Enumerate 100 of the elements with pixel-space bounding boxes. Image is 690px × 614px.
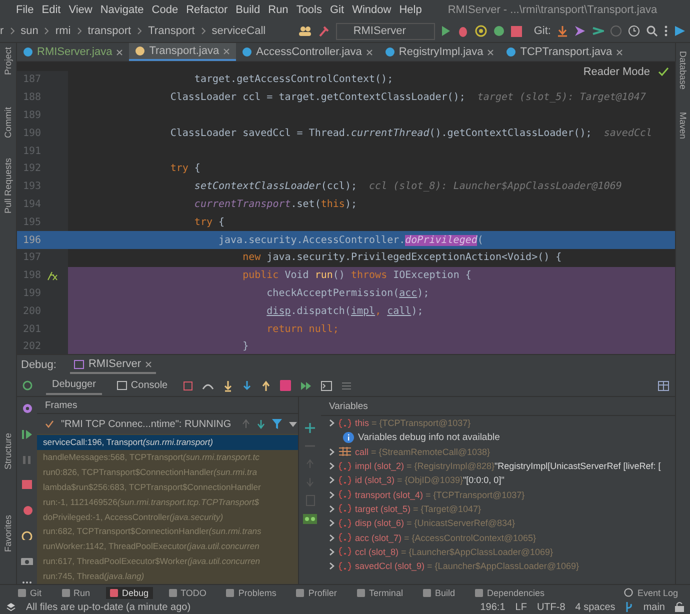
file-tab[interactable]: RegistryImpl.java <box>378 43 500 61</box>
arrow-down-icon[interactable] <box>557 25 568 37</box>
caret-icon[interactable] <box>289 422 298 427</box>
stop-icon[interactable] <box>22 480 32 489</box>
more-icon[interactable] <box>664 25 668 37</box>
variable-entry[interactable]: target (slot_5) = {Target@1047} <box>355 504 481 514</box>
file-tab[interactable]: TCPTransport.java <box>500 43 630 61</box>
event-log-button[interactable]: Event Log <box>620 586 682 598</box>
tab-label: Transport.java <box>149 45 220 57</box>
close-icon[interactable] <box>116 48 124 56</box>
tool-window-button[interactable]: Git <box>14 586 46 598</box>
more-icon[interactable] <box>22 581 32 584</box>
hammer-icon[interactable] <box>318 25 330 37</box>
tool-window-button[interactable]: Problems <box>222 586 280 598</box>
menu-item[interactable]: View <box>68 4 92 16</box>
breadcrumb-item[interactable]: transport <box>88 25 132 37</box>
menu-item[interactable]: Code <box>152 4 178 16</box>
line-separator[interactable]: LF <box>515 602 527 612</box>
menu-item[interactable]: Edit <box>42 4 61 16</box>
breadcrumb-item[interactable]: serviceCall <box>212 25 266 37</box>
users-icon[interactable] <box>298 25 312 37</box>
debugger-tab[interactable]: Debugger <box>46 376 102 395</box>
tool-window-icon <box>226 588 234 596</box>
plus-icon[interactable] <box>305 423 315 433</box>
variable-entry[interactable]: this = {TCPTransport@1037} <box>355 418 471 428</box>
run-configuration-dropdown[interactable]: RMIServer <box>336 22 435 40</box>
tool-window-tab[interactable]: Maven <box>678 110 688 141</box>
fast-forward-icon[interactable] <box>300 380 312 390</box>
stack-frame[interactable]: serviceCall:196, Transport(sun.rmi.transport) <box>37 435 298 450</box>
menu-item[interactable]: Help <box>399 4 422 16</box>
close-icon[interactable] <box>616 48 624 56</box>
console-icon[interactable] <box>320 380 332 390</box>
list-icon[interactable] <box>340 380 352 390</box>
variable-entry[interactable]: ccl (slot_8) = {Launcher$AppClassLoader@1069} <box>355 546 554 557</box>
indent-setting[interactable]: 4 spaces <box>575 602 616 612</box>
layers-icon <box>6 602 16 612</box>
session-tab[interactable]: RMIServer <box>70 356 156 374</box>
breadcrumb-item[interactable]: rmi <box>55 25 71 37</box>
close-icon[interactable] <box>223 48 230 54</box>
tool-window-button[interactable]: Run <box>58 586 94 598</box>
resume-icon[interactable] <box>22 428 32 439</box>
variable-entry[interactable]: savedCcl (slot_9) = {Launcher$AppClassLoader@1069} <box>355 561 580 572</box>
coverage-icon[interactable] <box>474 25 487 37</box>
caret-position[interactable]: 196:1 <box>480 602 506 612</box>
tool-window-button[interactable]: Build <box>418 586 459 598</box>
breadcrumb-item[interactable]: r <box>0 25 4 37</box>
tool-window-tab[interactable]: Pull Requests <box>3 156 13 216</box>
camera-icon[interactable] <box>21 556 33 566</box>
breadcrumb-item[interactable]: sun <box>20 25 38 37</box>
step-out-icon[interactable] <box>260 380 271 392</box>
run-icon[interactable] <box>440 25 451 37</box>
breadcrumb-item[interactable]: Transport <box>148 25 195 37</box>
tool-window-button[interactable]: Profiler <box>292 586 341 598</box>
menu-item[interactable]: Git <box>330 4 344 16</box>
menu-item[interactable]: Refactor <box>186 4 228 16</box>
menu-item[interactable]: Tools <box>296 4 322 16</box>
file-tab[interactable]: Transport.java <box>129 43 236 61</box>
tool-window-button[interactable]: Debug <box>106 586 153 598</box>
tool-window-button[interactable]: Dependencies <box>470 586 549 598</box>
close-icon[interactable] <box>145 360 152 368</box>
arrow-down-icon[interactable] <box>257 419 266 430</box>
tool-window-button[interactable]: TODO <box>164 586 210 598</box>
menu-item[interactable]: Run <box>268 4 288 16</box>
variable-entry[interactable]: transport (slot_4) = {TCPTransport@1037} <box>355 490 525 500</box>
grid-icon[interactable] <box>658 380 669 390</box>
stop-icon[interactable] <box>510 26 522 36</box>
debugger-tab[interactable]: Console <box>110 377 174 394</box>
search-icon[interactable] <box>646 25 658 37</box>
variable-entry[interactable]: impl (slot_2) = {RegistryImpl@828}"RegistryImpl[UnicastServerRef [liveRef: [ <box>355 461 661 472</box>
history-icon[interactable] <box>628 25 640 37</box>
thread-dropdown[interactable]: "RMI TCP Connec...ntime": RUNNING <box>61 418 232 430</box>
tool-window-tab[interactable]: Commit <box>3 105 13 140</box>
menu-item[interactable]: Window <box>352 4 392 16</box>
tool-window-tab[interactable]: Project <box>3 45 13 78</box>
variable-entry[interactable]: acc (slot_7) = {AccessControlContext@1065} <box>355 532 536 543</box>
lock-icon[interactable] <box>675 602 684 612</box>
force-step-icon[interactable] <box>242 380 252 392</box>
tool-window-tab[interactable]: Database <box>678 49 688 92</box>
tool-window-tab[interactable]: Favorites <box>3 513 13 554</box>
file-encoding[interactable]: UTF-8 <box>536 602 566 612</box>
restart-icon[interactable] <box>22 380 32 391</box>
close-icon[interactable] <box>487 48 494 56</box>
step-into-icon[interactable] <box>222 380 233 392</box>
variable-entry[interactable]: disp (slot_6) = {UnicastServerRef@834} <box>355 518 515 528</box>
variable-entry[interactable]: id (slot_3) = {ObjID@1039}"[0:0:0, 0]" <box>355 475 504 486</box>
file-tab[interactable]: AccessController.java <box>236 43 379 61</box>
filter-icon[interactable] <box>272 419 282 430</box>
menu-item[interactable]: Navigate <box>100 4 144 16</box>
close-icon[interactable] <box>366 48 373 56</box>
tool-window-button[interactable]: Terminal <box>352 586 407 598</box>
git-branch[interactable]: main <box>643 602 665 612</box>
file-tab[interactable]: RMIServer.java <box>17 43 130 61</box>
chevron-icon[interactable] <box>329 419 335 428</box>
variable-entry[interactable]: call = {StreamRemoteCall@1038} <box>355 446 490 457</box>
menu-item[interactable]: Build <box>236 4 260 16</box>
reader-mode-link[interactable]: Reader Mode <box>583 66 650 78</box>
variable-icon <box>339 418 351 428</box>
glasses-icon[interactable] <box>303 514 317 524</box>
menu-item[interactable]: File <box>16 4 34 16</box>
tool-window-tab[interactable]: Structure <box>3 430 13 472</box>
